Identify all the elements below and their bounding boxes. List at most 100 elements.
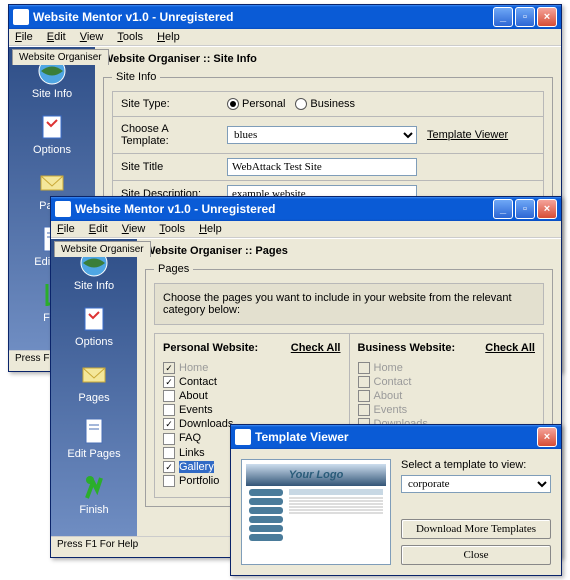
menu-view[interactable]: View: [122, 223, 146, 235]
sidebar-tab[interactable]: Website Organiser: [54, 241, 151, 257]
list-item: Contact: [358, 376, 536, 388]
sidebar-item-pages[interactable]: Pages: [58, 357, 130, 407]
list-item: Home: [358, 362, 536, 374]
group-legend: Pages: [154, 263, 193, 275]
sidebar-label: Pages: [78, 392, 109, 404]
checkbox-icon[interactable]: [163, 447, 175, 459]
group-legend: Site Info: [112, 71, 160, 83]
finish-icon: [79, 472, 109, 502]
sidebar-tab[interactable]: Website Organiser: [12, 49, 109, 65]
checkbox-icon: [358, 404, 370, 416]
template-select[interactable]: corporate: [401, 475, 551, 493]
checkbox-icon[interactable]: [163, 376, 175, 388]
label-sitetitle: Site Title: [113, 155, 221, 179]
item-label: About: [374, 390, 403, 402]
menu-edit[interactable]: Edit: [89, 223, 108, 235]
app-icon: [235, 429, 251, 445]
item-label: Links: [179, 447, 205, 459]
site-title-input[interactable]: [227, 158, 417, 176]
menubar: File Edit View Tools Help: [9, 29, 561, 46]
menu-view[interactable]: View: [80, 31, 104, 43]
checkbox-icon: [358, 376, 370, 388]
menu-edit[interactable]: Edit: [47, 31, 66, 43]
page-heading: Website Organiser :: Pages: [145, 245, 553, 257]
menu-tools[interactable]: Tools: [117, 31, 143, 43]
checkbox-icon[interactable]: [163, 475, 175, 487]
list-item[interactable]: Home: [163, 362, 341, 374]
menubar: File Edit View Tools Help: [51, 221, 561, 238]
list-item[interactable]: Contact: [163, 376, 341, 388]
menu-file[interactable]: File: [15, 31, 33, 43]
menu-help[interactable]: Help: [199, 223, 222, 235]
menu-file[interactable]: File: [57, 223, 75, 235]
download-templates-button[interactable]: Download More Templates: [401, 519, 551, 539]
checkbox-icon[interactable]: [163, 362, 175, 374]
checkbox-icon[interactable]: [163, 390, 175, 402]
sidebar-label: Options: [75, 336, 113, 348]
personal-head: Personal Website:: [163, 342, 258, 354]
checkbox-icon: [358, 390, 370, 402]
item-label: About: [179, 390, 208, 402]
list-item[interactable]: About: [163, 390, 341, 402]
item-label: Contact: [179, 376, 217, 388]
titlebar[interactable]: Template Viewer ×: [231, 425, 561, 449]
window-template-viewer: Template Viewer × Your Logo Select a tem…: [230, 424, 562, 576]
radio-icon: [227, 98, 239, 110]
sidebar-item-options[interactable]: Options: [58, 301, 130, 351]
sidebar-label: Site Info: [74, 280, 114, 292]
sidebar-item-editpages[interactable]: Edit Pages: [58, 413, 130, 463]
checkbox-icon[interactable]: [163, 404, 175, 416]
checkbox-icon[interactable]: [163, 461, 175, 473]
titlebar[interactable]: Website Mentor v1.0 - Unregistered _ ▫ ×: [9, 5, 561, 29]
pages-note: Choose the pages you want to include in …: [154, 283, 544, 325]
options-icon: [37, 112, 67, 142]
business-head: Business Website:: [358, 342, 456, 354]
item-label: Events: [374, 404, 408, 416]
menu-help[interactable]: Help: [157, 31, 180, 43]
radio-personal[interactable]: Personal: [227, 98, 285, 110]
envelope-icon: [37, 168, 67, 198]
title-text: Template Viewer: [255, 430, 349, 444]
minimize-button[interactable]: _: [493, 7, 513, 27]
app-icon: [13, 9, 29, 25]
checkall-link[interactable]: Check All: [485, 342, 535, 354]
item-label: Downloads: [179, 418, 233, 430]
maximize-button[interactable]: ▫: [515, 199, 535, 219]
list-item: About: [358, 390, 536, 402]
preview-logo: Your Logo: [246, 464, 386, 486]
checkbox-icon[interactable]: [163, 418, 175, 430]
template-preview: Your Logo: [241, 459, 391, 565]
sidebar-label: Edit Pages: [67, 448, 120, 460]
sidebar: Site Info Options Pages Edit Pages Finis…: [51, 239, 137, 536]
radio-business[interactable]: Business: [295, 98, 355, 110]
item-label: Home: [374, 362, 403, 374]
close-button[interactable]: ×: [537, 427, 557, 447]
page-heading: Website Organiser :: Site Info: [103, 53, 553, 65]
item-label: Home: [179, 362, 208, 374]
item-label: Gallery: [179, 461, 214, 473]
titlebar[interactable]: Website Mentor v1.0 - Unregistered _ ▫ ×: [51, 197, 561, 221]
template-select[interactable]: blues: [227, 126, 417, 144]
document-icon: [79, 416, 109, 446]
close-button[interactable]: ×: [537, 199, 557, 219]
title-text: Website Mentor v1.0 - Unregistered: [33, 10, 234, 24]
sidebar-item-finish[interactable]: Finish: [58, 469, 130, 519]
title-text: Website Mentor v1.0 - Unregistered: [75, 202, 276, 216]
item-label: Portfolio: [179, 475, 219, 487]
template-viewer-link[interactable]: Template Viewer: [427, 129, 508, 141]
maximize-button[interactable]: ▫: [515, 7, 535, 27]
sidebar-label: Finish: [79, 504, 108, 516]
checkall-link[interactable]: Check All: [291, 342, 341, 354]
app-icon: [55, 201, 71, 217]
minimize-button[interactable]: _: [493, 199, 513, 219]
close-button[interactable]: Close: [401, 545, 551, 565]
item-label: Events: [179, 404, 213, 416]
menu-tools[interactable]: Tools: [159, 223, 185, 235]
checkbox-icon[interactable]: [163, 433, 175, 445]
close-button[interactable]: ×: [537, 7, 557, 27]
select-label: Select a template to view:: [401, 459, 551, 471]
options-icon: [79, 304, 109, 334]
sidebar-item-options[interactable]: Options: [16, 109, 88, 159]
label-sitetype: Site Type:: [113, 92, 221, 116]
list-item[interactable]: Events: [163, 404, 341, 416]
